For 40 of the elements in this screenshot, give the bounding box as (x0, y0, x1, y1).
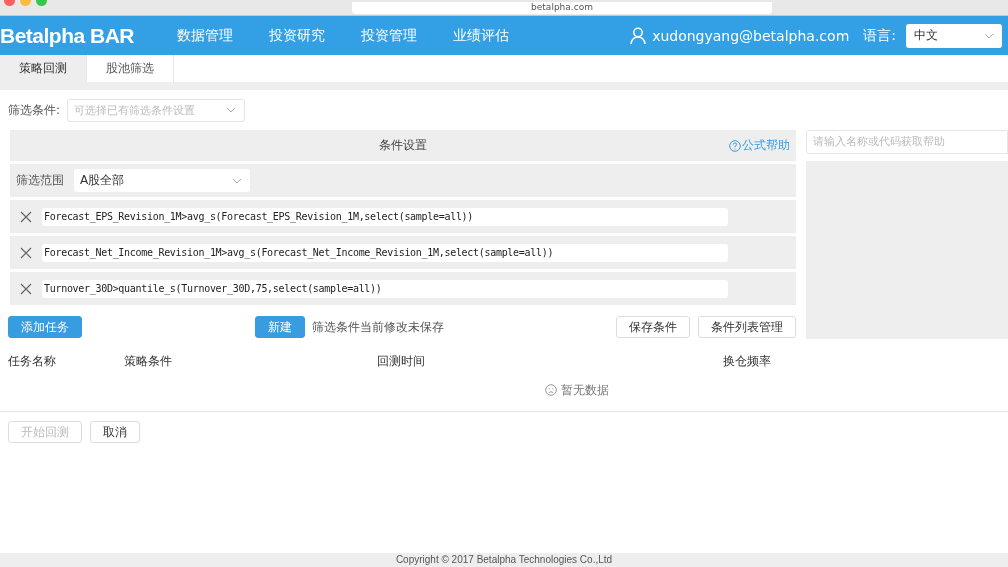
nav-item[interactable]: 业绩评估 (453, 26, 545, 45)
nav-item[interactable]: 投资研究 (269, 26, 361, 45)
chevron-icon (226, 107, 237, 113)
chevron-icon (984, 32, 994, 39)
user-icon (630, 26, 647, 45)
add-task-button[interactable]: 添加任务 (8, 316, 82, 338)
new-button[interactable]: 新建 (254, 316, 305, 338)
column-header: 换仓频率 (723, 353, 771, 370)
unsaved-status: 筛选条件当前修改未保存 (311, 318, 444, 336)
manage-button[interactable]: 条件列表管理 (698, 316, 796, 338)
empty-message: 暂无数据 (561, 381, 609, 399)
action-button[interactable]: 取消 (90, 421, 140, 443)
address-bar[interactable]: betalpha.com (352, 2, 772, 14)
language-label: 语言: (863, 26, 896, 45)
language-select[interactable]: 中文 (906, 23, 1002, 48)
formula-help-link[interactable]: 公式帮助 (742, 137, 790, 154)
help-search-field[interactable]: 请输入名称或代码获取帮助 (806, 130, 1008, 154)
range-label: 筛选范围 (16, 172, 64, 189)
logo[interactable]: Betalpha BAR (0, 23, 177, 48)
range-select[interactable]: A股全部 (74, 169, 250, 192)
tab[interactable]: 策略回测 (0, 55, 87, 82)
nav-item[interactable]: 投资管理 (361, 26, 453, 45)
save-button[interactable]: 保存条件 (616, 316, 690, 338)
copyright-text: Copyright © 2017 Betalpha Technologies Co.,Ltd (395, 554, 613, 565)
chevron-icon (232, 177, 242, 184)
close-icon[interactable] (20, 246, 32, 259)
column-header: 任务名称 (8, 353, 57, 370)
nav-item[interactable]: 数据管理 (177, 26, 269, 45)
help-icon[interactable] (729, 139, 741, 152)
panel-title: 条件设置 (379, 137, 427, 154)
column-header: 策略条件 (124, 353, 173, 370)
formula-field[interactable]: Turnover_30D>quantile_s(Turnover_30D,75,select(sample=all)) (42, 279, 728, 298)
close-icon[interactable] (20, 282, 32, 295)
sad-face-icon (545, 384, 557, 396)
user-email[interactable]: xudongyang@betalpha.com (652, 27, 850, 44)
formula-field[interactable]: Forecast_EPS_Revision_1M>avg_s(Forecast_EPS_Revision_1M,select(sample=all)) (42, 207, 728, 226)
close-icon[interactable] (20, 210, 32, 223)
column-header: 回测时间 (377, 353, 426, 370)
filter-label: 筛选条件: (8, 101, 61, 119)
formula-field[interactable]: Forecast_Net_Income_Revision_1M>avg_s(Forecast_Net_Income_Revision_1M,select(sample=all)) (42, 243, 728, 262)
